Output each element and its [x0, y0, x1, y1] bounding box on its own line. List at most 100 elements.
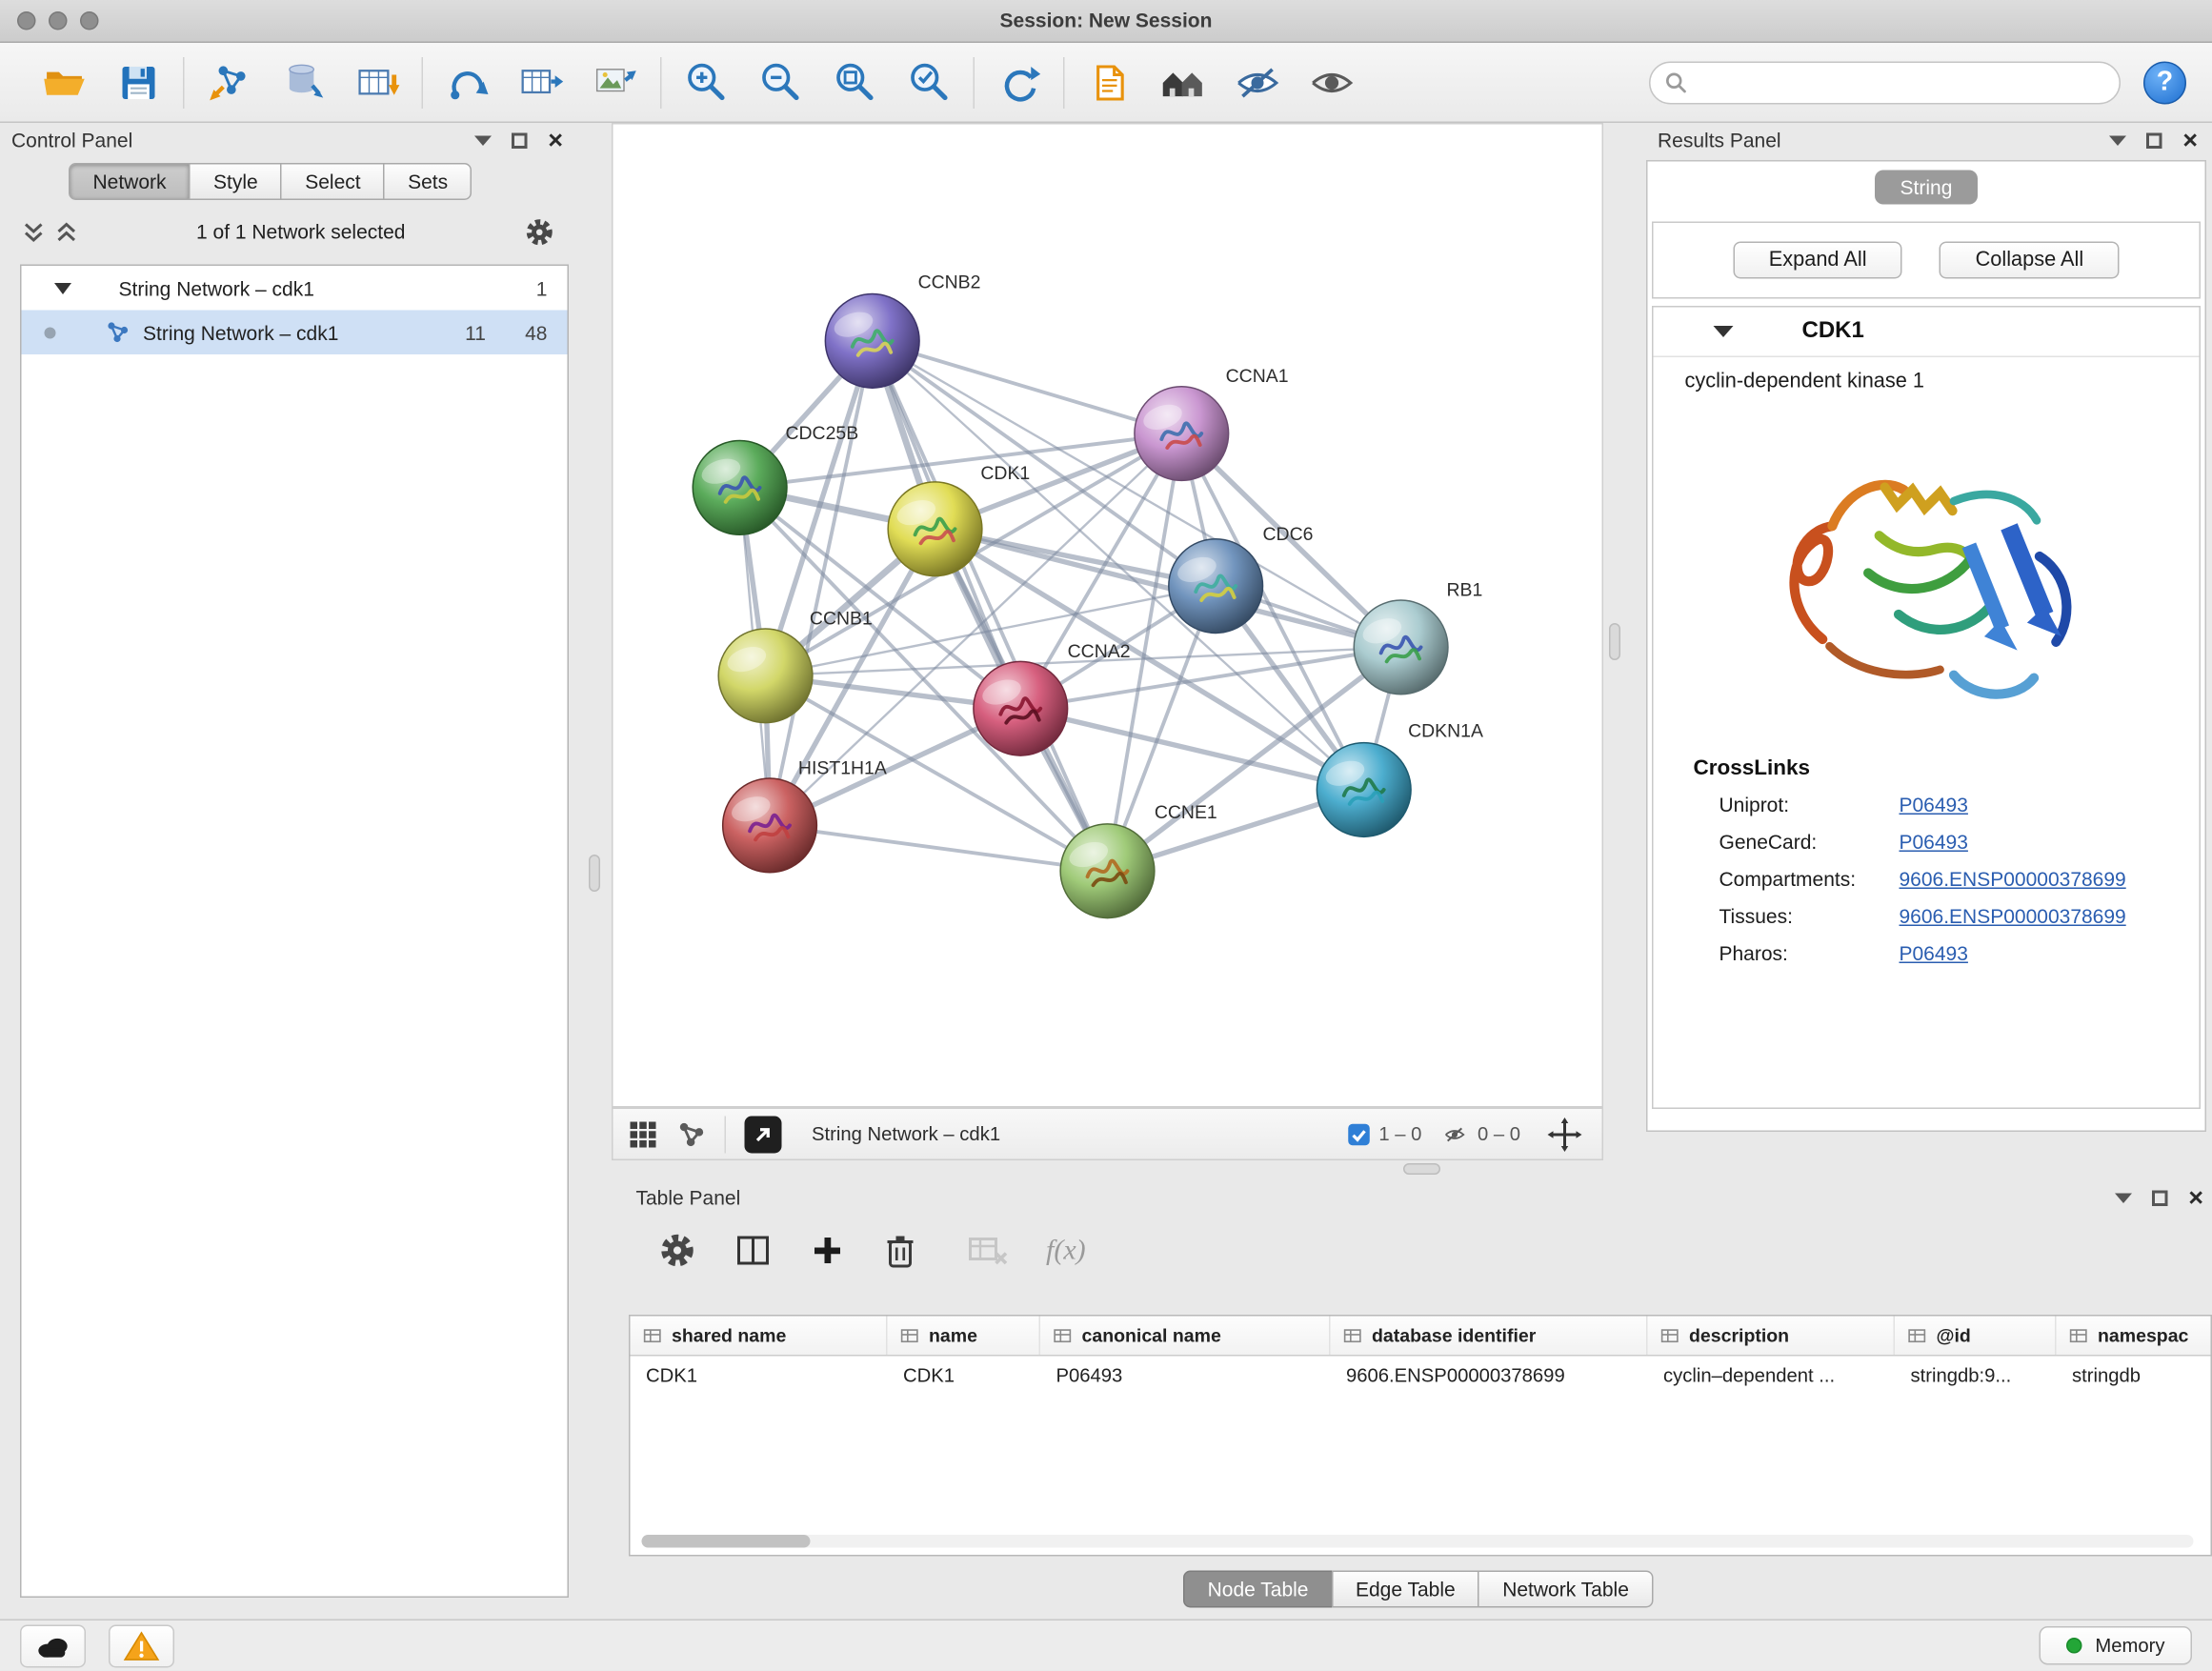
minimize-window-button[interactable] — [49, 11, 68, 30]
hidden-eye-slash-icon[interactable] — [1440, 1122, 1469, 1145]
add-column-plus-icon[interactable] — [811, 1234, 845, 1268]
expand-all-icon[interactable] — [56, 219, 78, 244]
tab-network[interactable]: Network — [69, 163, 191, 200]
bottom-panel-resize-handle[interactable] — [1403, 1163, 1440, 1175]
hide-unhide-button[interactable] — [1229, 52, 1286, 112]
float-panel-icon[interactable] — [2147, 132, 2163, 149]
network-row[interactable]: String Network – cdk1 11 48 — [22, 311, 568, 355]
open-session-button[interactable] — [36, 52, 93, 112]
crosslink-value-link[interactable]: P06493 — [1900, 942, 1968, 965]
save-session-button[interactable] — [111, 52, 168, 112]
left-panel-resize-handle[interactable] — [589, 855, 600, 892]
zoom-in-button[interactable] — [677, 52, 734, 112]
crosslink-value-link[interactable]: 9606.ENSP00000378699 — [1900, 868, 2126, 891]
network-node-ccna1[interactable] — [1135, 387, 1229, 481]
birds-eye-view-icon[interactable] — [628, 1118, 659, 1150]
tab-style[interactable]: Style — [190, 163, 283, 200]
zoom-window-button[interactable] — [80, 11, 99, 30]
network-node-cdk1[interactable] — [888, 482, 982, 576]
column-header--id[interactable]: @id — [1895, 1317, 2057, 1356]
close-panel-icon[interactable]: × — [548, 128, 563, 153]
collapse-all-button[interactable]: Collapse All — [1940, 242, 2120, 279]
import-network-file-button[interactable] — [200, 52, 257, 112]
crosslink-value-link[interactable]: P06493 — [1900, 794, 1968, 816]
table-horizontal-scrollbar[interactable] — [642, 1535, 2194, 1548]
network-edge-ccnb2-ccna1[interactable] — [873, 341, 1182, 433]
cloud-status-button[interactable] — [20, 1624, 86, 1667]
panel-menu-icon[interactable] — [475, 135, 493, 146]
network-edge-ccnb2-ccne1[interactable] — [873, 341, 1108, 871]
gene-section-header[interactable]: CDK1 — [1654, 308, 2200, 358]
tab-sets[interactable]: Sets — [384, 163, 473, 200]
tab-select[interactable]: Select — [281, 163, 385, 200]
float-panel-icon[interactable] — [2153, 1190, 2169, 1206]
network-edge-hist1h1a-ccne1[interactable] — [770, 825, 1107, 871]
warnings-button[interactable] — [109, 1624, 174, 1667]
table-row[interactable]: CDK1CDK1P064939606.ENSP00000378699cyclin… — [631, 1357, 2211, 1396]
scrollbar-thumb[interactable] — [642, 1535, 811, 1548]
network-overview-icon[interactable] — [677, 1119, 706, 1148]
network-node-ccnb2[interactable] — [825, 293, 919, 388]
zoom-out-button[interactable] — [752, 52, 809, 112]
show-columns-icon[interactable] — [734, 1232, 772, 1269]
table-body: CDK1CDK1P064939606.ENSP00000378699cyclin… — [631, 1357, 2211, 1396]
column-header-namespac[interactable]: namespac — [2057, 1317, 2212, 1356]
export-network-button[interactable] — [513, 52, 571, 112]
network-node-ccne1[interactable] — [1060, 824, 1155, 918]
import-network-database-button[interactable] — [274, 52, 332, 112]
close-window-button[interactable] — [17, 11, 36, 30]
crosslink-value-link[interactable]: P06493 — [1900, 831, 1968, 854]
tab-network-table[interactable]: Network Table — [1478, 1571, 1654, 1608]
network-graph[interactable]: CCNB2CCNA1CDC25BCDK1CDC6RB1CCNB1CCNA2CDK… — [613, 125, 1602, 1107]
network-node-ccnb1[interactable] — [718, 629, 813, 723]
network-node-hist1h1a[interactable] — [723, 778, 817, 873]
copy-document-button[interactable] — [1080, 52, 1137, 112]
home-view-button[interactable] — [1155, 52, 1212, 112]
zoom-selected-button[interactable] — [900, 52, 957, 112]
collection-expand-icon[interactable] — [54, 282, 71, 293]
collapse-all-icon[interactable] — [23, 219, 45, 244]
tab-edge-table[interactable]: Edge Table — [1331, 1571, 1479, 1608]
network-edge-cdk1-rb1[interactable] — [935, 529, 1401, 647]
column-header-canonical-name[interactable]: canonical name — [1040, 1317, 1331, 1356]
network-node-ccna2[interactable] — [974, 661, 1068, 755]
column-header-database-identifier[interactable]: database identifier — [1331, 1317, 1648, 1356]
import-table-button[interactable] — [349, 52, 406, 112]
float-panel-icon[interactable] — [513, 132, 529, 149]
column-header-shared-name[interactable]: shared name — [631, 1317, 888, 1356]
network-view-canvas[interactable]: CCNB2CCNA1CDC25BCDK1CDC6RB1CCNB1CCNA2CDK… — [612, 123, 1603, 1108]
search-input[interactable] — [1698, 70, 2105, 95]
tab-string[interactable]: String — [1875, 171, 1979, 205]
delete-column-trash-icon[interactable] — [883, 1232, 917, 1269]
memory-button[interactable]: Memory — [2040, 1626, 2192, 1665]
network-node-cdkn1a[interactable] — [1317, 743, 1411, 837]
crosslink-value-link[interactable]: 9606.ENSP00000378699 — [1900, 905, 2126, 928]
gene-collapse-icon[interactable] — [1714, 326, 1734, 337]
column-header-description[interactable]: description — [1648, 1317, 1896, 1356]
panel-menu-icon[interactable] — [2110, 135, 2127, 146]
new-network-button[interactable] — [439, 52, 496, 112]
tab-node-table[interactable]: Node Table — [1183, 1571, 1333, 1608]
close-panel-icon[interactable]: × — [2182, 128, 2198, 153]
right-panel-resize-handle[interactable] — [1609, 623, 1620, 660]
apply-layout-button[interactable] — [991, 52, 1048, 112]
help-button[interactable]: ? — [2143, 61, 2186, 104]
function-builder-button[interactable]: f(x) — [1046, 1234, 1086, 1267]
expand-all-button[interactable]: Expand All — [1733, 242, 1902, 279]
network-node-cdc6[interactable] — [1169, 539, 1263, 634]
panel-menu-icon[interactable] — [2116, 1193, 2133, 1203]
network-node-cdc25b[interactable] — [693, 441, 787, 535]
network-options-gear-icon[interactable] — [525, 216, 555, 247]
table-settings-gear-icon[interactable] — [659, 1232, 696, 1269]
close-panel-icon[interactable]: × — [2188, 1185, 2203, 1211]
zoom-fit-button[interactable] — [826, 52, 883, 112]
network-collection-row[interactable]: String Network – cdk1 1 — [22, 266, 568, 311]
export-image-button[interactable] — [588, 52, 645, 112]
network-edge-ccnb2-hist1h1a[interactable] — [770, 341, 873, 826]
detach-view-button[interactable] — [745, 1116, 782, 1153]
show-view-button[interactable] — [1303, 52, 1360, 112]
pan-crosshair-icon[interactable] — [1548, 1117, 1582, 1151]
selected-checkbox-icon[interactable] — [1347, 1122, 1370, 1145]
network-node-rb1[interactable] — [1354, 600, 1448, 695]
column-header-name[interactable]: name — [888, 1317, 1041, 1356]
